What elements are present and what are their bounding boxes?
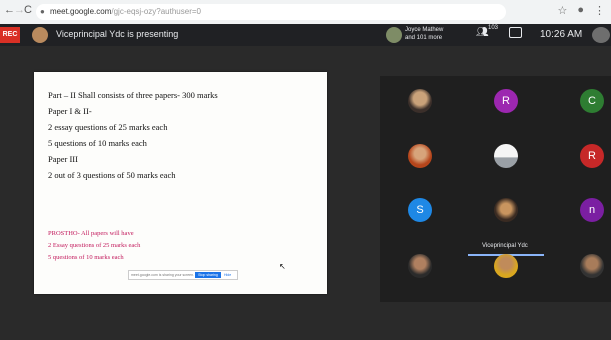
- participant-grid: R C R S n Viceprincipal Ydc: [380, 76, 611, 302]
- joined-info: Joyce Mathew and 101 more: [405, 26, 443, 42]
- slide-line: Paper I & II-: [48, 106, 92, 116]
- speaker-name-label: Viceprincipal Ydc: [482, 243, 528, 249]
- chat-icon[interactable]: [509, 27, 522, 38]
- slide-pink-line: PROSTHO- All papers will have: [48, 230, 134, 237]
- lock-icon: ●: [40, 7, 45, 16]
- share-notice-bar: meet.google.com is sharing your screen. …: [128, 270, 238, 280]
- speaker-photo[interactable]: [494, 198, 518, 222]
- address-bar[interactable]: ● meet.google.com/gjc-eqsj-ozy?authuser=…: [36, 4, 506, 20]
- slide-line: 2 essay questions of 25 marks each: [48, 122, 168, 132]
- clock: 10:26 AM: [540, 29, 583, 40]
- joined-more: and 101 more: [405, 35, 443, 41]
- url-path: /gjc-eqsj-ozy?authuser=0: [111, 7, 201, 16]
- meet-top-bar: REC Viceprincipal Ydc is presenting Joyc…: [0, 24, 611, 46]
- participant-photo[interactable]: [494, 254, 518, 278]
- slide-line: Part – II Shall consists of three papers…: [48, 90, 218, 100]
- slide-line: Paper III: [48, 154, 78, 164]
- menu-icon[interactable]: ⋮: [594, 4, 605, 17]
- participant-tile-r[interactable]: R: [494, 89, 518, 113]
- people-count: 103: [488, 25, 499, 31]
- slide-line: 2 out of 3 questions of 50 marks each: [48, 170, 176, 180]
- stop-sharing-button[interactable]: Stop sharing: [195, 272, 221, 278]
- browser-toolbar: ← → C ● meet.google.com/gjc-eqsj-ozy?aut…: [0, 0, 611, 25]
- joined-name: Joyce Mathew: [405, 27, 444, 33]
- slide-line: 5 questions of 10 marks each: [48, 138, 147, 148]
- participant-tile-n[interactable]: n: [580, 198, 604, 222]
- participant-photo[interactable]: [494, 144, 518, 168]
- star-icon[interactable]: ☆: [557, 4, 567, 17]
- presenting-label: Viceprincipal Ydc is presenting: [56, 29, 179, 39]
- participant-photo[interactable]: [580, 254, 604, 278]
- participant-tile-r[interactable]: R: [580, 144, 604, 168]
- participant-tile-s[interactable]: S: [408, 198, 432, 222]
- slide-pink-line: 2 Essay questions of 25 marks each: [48, 242, 141, 249]
- participant-tile-c[interactable]: C: [580, 89, 604, 113]
- participant-photo[interactable]: [408, 254, 432, 278]
- presenter-avatar: [32, 27, 48, 43]
- url-host: meet.google.com: [50, 7, 112, 16]
- joined-avatar: [386, 27, 402, 43]
- people-icon[interactable]: 👥︎: [476, 27, 489, 38]
- self-avatar[interactable]: [592, 27, 610, 43]
- slide-pink-line: 5 questions of 10 marks each: [48, 254, 124, 261]
- participant-photo[interactable]: [408, 89, 432, 113]
- hide-button[interactable]: Hide: [224, 271, 231, 279]
- extensions-icon[interactable]: ●: [577, 4, 584, 17]
- shared-slide: Part – II Shall consists of three papers…: [34, 72, 327, 294]
- reload-icon[interactable]: C: [24, 4, 32, 16]
- recording-badge: REC: [0, 27, 20, 43]
- mouse-cursor-icon: ↖: [279, 262, 286, 271]
- share-notice-text: meet.google.com is sharing your screen.: [131, 273, 195, 277]
- presentation-stage: Part – II Shall consists of three papers…: [0, 46, 611, 340]
- participant-photo[interactable]: [408, 144, 432, 168]
